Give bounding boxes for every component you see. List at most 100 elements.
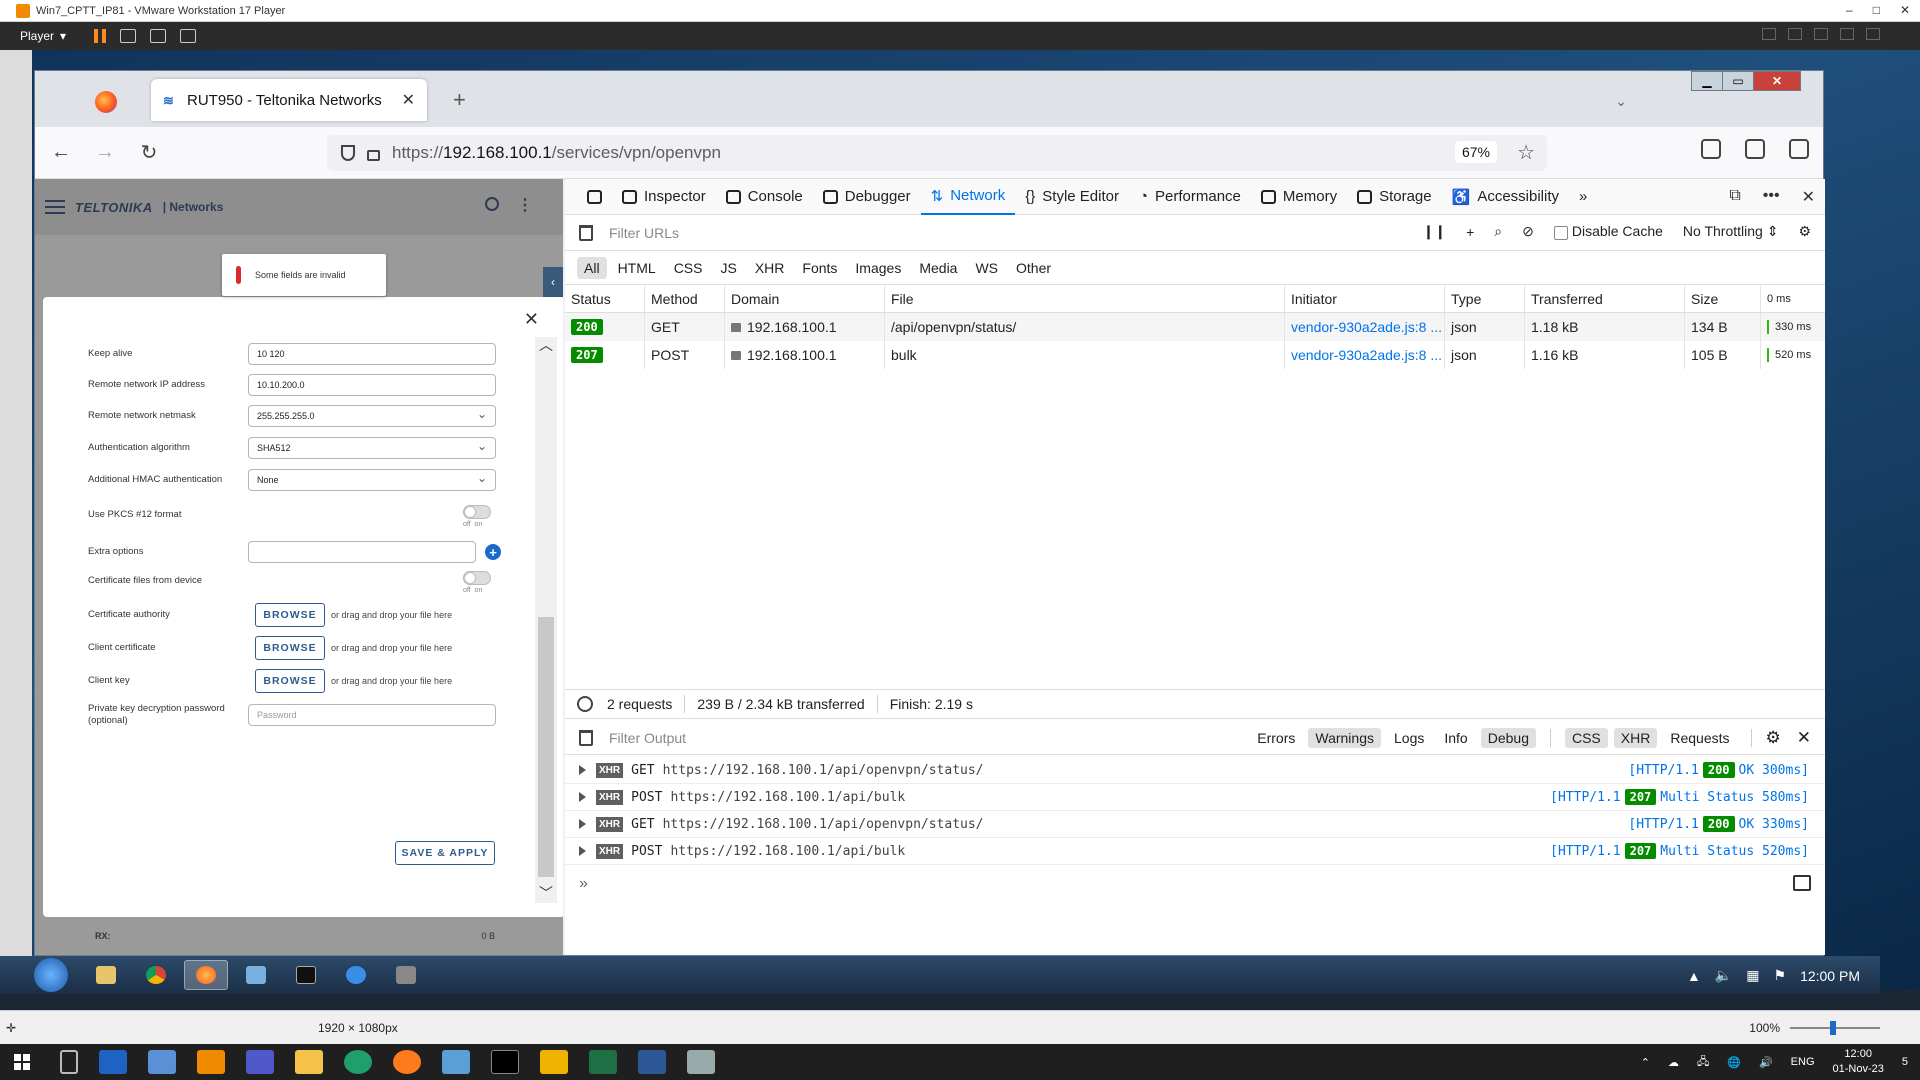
chrome-icon[interactable] (134, 960, 178, 990)
pocket-icon[interactable] (1701, 139, 1721, 159)
terminal-icon[interactable] (284, 960, 328, 990)
element-picker-icon[interactable] (577, 179, 612, 215)
private-key-password-input[interactable]: Password (248, 704, 496, 727)
extra-options-input[interactable] (248, 541, 476, 563)
table-row[interactable]: 207 POST 192.168.100.1 bulk vendor-930a2… (565, 341, 1825, 369)
globe-icon[interactable]: 🌐 (1727, 1056, 1741, 1069)
maximize-icon[interactable]: □ (1873, 3, 1880, 17)
tray-up-icon[interactable]: ▲ (1687, 968, 1701, 984)
level-logs[interactable]: Logs (1387, 728, 1431, 748)
request-initiator[interactable]: vendor-930a2ade.js:8 ... (1285, 341, 1445, 369)
split-console-icon[interactable] (1793, 875, 1811, 891)
hamburger-icon[interactable] (45, 200, 65, 214)
filter-js[interactable]: JS (713, 257, 743, 279)
teams-icon[interactable] (246, 1050, 274, 1074)
close-icon[interactable]: ✕ (1802, 187, 1815, 207)
outlook-icon[interactable] (99, 1050, 127, 1074)
host-clock[interactable]: 12:00 01-Nov-23 (1833, 1047, 1884, 1077)
disable-cache-checkbox[interactable]: Disable Cache (1553, 223, 1663, 240)
device-icon[interactable] (1840, 28, 1854, 40)
tab-style-editor[interactable]: {} Style Editor (1015, 179, 1129, 215)
volume-icon[interactable]: 🔈 (1715, 967, 1732, 984)
zoom-badge[interactable]: 67% (1454, 141, 1497, 163)
new-tab-button[interactable]: + (453, 87, 466, 113)
browser-tab[interactable]: ≋ RUT950 - Teltonika Networks ✕ (151, 79, 427, 121)
network-icon[interactable]: ▦ (1746, 967, 1759, 984)
search-icon[interactable]: ⌕ (1494, 223, 1502, 240)
plus-icon[interactable]: + (1466, 224, 1474, 240)
tab-debugger[interactable]: Debugger (813, 179, 921, 215)
maximize-icon[interactable]: ▭ (1722, 71, 1754, 91)
minimize-icon[interactable]: – (1846, 3, 1853, 17)
close-icon[interactable]: ✕ (1900, 3, 1910, 17)
block-icon[interactable]: ⊘ (1522, 223, 1534, 240)
col-type[interactable]: Type (1445, 285, 1525, 312)
firefox-icon[interactable] (184, 960, 228, 990)
extensions-icon[interactable] (1745, 139, 1765, 159)
pkcs12-toggle[interactable] (463, 505, 491, 519)
firefox-icon[interactable] (95, 91, 117, 113)
filter-urls-input[interactable]: Filter URLs (609, 225, 679, 241)
timer-icon[interactable] (577, 696, 593, 712)
zoom-slider[interactable] (1790, 1021, 1880, 1035)
excel-icon[interactable] (589, 1050, 617, 1074)
app-icon[interactable] (442, 1050, 470, 1074)
tab-inspector[interactable]: Inspector (612, 179, 716, 215)
type-requests[interactable]: Requests (1663, 728, 1736, 748)
console-prompt-icon[interactable]: » (579, 875, 588, 893)
auth-algorithm-select[interactable]: SHA512 (248, 437, 496, 459)
level-debug[interactable]: Debug (1480, 728, 1536, 748)
tray-up-icon[interactable]: ⌃ (1641, 1056, 1650, 1069)
terminal-icon[interactable] (491, 1050, 519, 1074)
file-explorer-icon[interactable] (295, 1050, 323, 1074)
col-file[interactable]: File (885, 285, 1285, 312)
throttling-select[interactable]: No Throttling ⇕ (1683, 223, 1779, 240)
filter-ws[interactable]: WS (968, 257, 1005, 279)
col-transferred[interactable]: Transferred (1525, 285, 1685, 312)
hmac-select[interactable]: None (248, 469, 496, 491)
vmware-icon[interactable] (197, 1050, 225, 1074)
device-icon[interactable] (1762, 28, 1776, 40)
unity-icon[interactable] (180, 29, 197, 43)
level-warnings[interactable]: Warnings (1308, 728, 1381, 748)
language-indicator[interactable]: ENG (1791, 1056, 1815, 1068)
browse-ca-button[interactable]: BROWSE (255, 603, 325, 627)
type-css[interactable]: CSS (1564, 728, 1608, 748)
settings-gear-icon[interactable]: ⚙ (1766, 728, 1781, 748)
forward-icon[interactable]: → (87, 141, 123, 164)
filter-css[interactable]: CSS (667, 257, 710, 279)
list-tabs-icon[interactable]: ⌄ (1615, 93, 1627, 110)
device-icon[interactable] (1814, 28, 1828, 40)
app-icon[interactable] (384, 960, 428, 990)
minimize-icon[interactable]: ▁ (1691, 71, 1723, 91)
scroll-thumb[interactable] (538, 617, 554, 877)
filter-html[interactable]: HTML (611, 257, 663, 279)
tab-performance[interactable]: ◔ Performance (1129, 179, 1251, 215)
windows-start-icon[interactable] (14, 1054, 30, 1070)
explorer-icon[interactable] (84, 960, 128, 990)
filter-all[interactable]: All (577, 256, 607, 279)
edge-icon[interactable] (344, 1050, 372, 1074)
app-icon[interactable] (148, 1050, 176, 1074)
url-text[interactable]: https://192.168.100.1/services/vpn/openv… (392, 143, 721, 163)
device-icon[interactable] (1788, 28, 1802, 40)
more-vertical-icon[interactable]: ⋮ (517, 195, 533, 215)
close-tab-icon[interactable]: ✕ (402, 90, 415, 110)
internet-explorer-icon[interactable] (334, 960, 378, 990)
lock-icon[interactable] (367, 149, 380, 161)
more-tabs-icon[interactable]: » (1569, 179, 1597, 215)
console-row[interactable]: XHR GET https://192.168.100.1/api/openvpn… (565, 811, 1825, 838)
save-apply-button[interactable]: SAVE & APPLY (395, 841, 495, 865)
request-initiator[interactable]: vendor-930a2ade.js:8 ... (1285, 313, 1445, 341)
action-center-icon[interactable]: ⚑ (1774, 967, 1787, 984)
tab-accessibility[interactable]: ♿ Accessibility (1442, 179, 1569, 215)
table-row[interactable]: 200 GET 192.168.100.1 /api/openvpn/statu… (565, 313, 1825, 341)
tab-console[interactable]: Console (716, 179, 813, 215)
col-method[interactable]: Method (645, 285, 725, 312)
bookmark-star-icon[interactable]: ☆ (1517, 140, 1535, 165)
fullscreen-icon[interactable] (150, 29, 167, 43)
col-waterfall[interactable]: 0 ms (1761, 285, 1825, 312)
modal-scrollbar[interactable]: ︿ ﹀ (535, 337, 557, 903)
cert-from-device-toggle[interactable] (463, 571, 491, 585)
player-menu-button[interactable]: Player ▾ (20, 29, 66, 43)
